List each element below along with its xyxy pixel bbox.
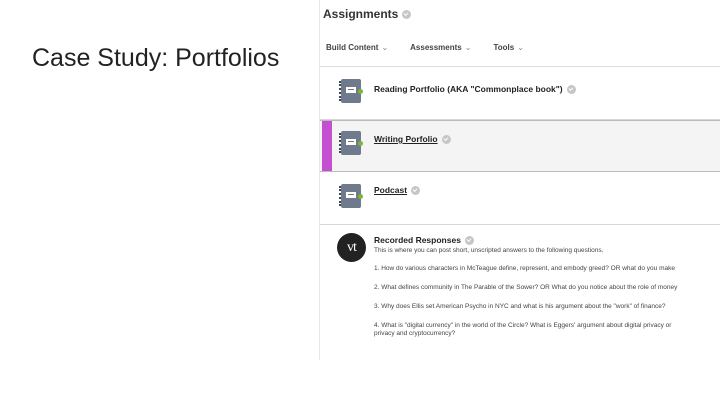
notebook-icon: [339, 131, 363, 155]
chevron-down-icon: ⌄: [381, 42, 389, 52]
question-3: 3. Why does Ellis set American Psycho in…: [374, 303, 666, 310]
tools-menu[interactable]: Tools ⌄: [493, 43, 523, 52]
page-header: Assignments: [320, 0, 720, 28]
question-4-continued: privacy and cryptocurrency?: [374, 330, 456, 337]
check-circle-icon[interactable]: [411, 186, 421, 196]
selection-indicator: [322, 121, 332, 171]
check-circle-icon[interactable]: [441, 135, 451, 145]
content-item-recorded-responses[interactable]: vt Recorded Responses This is where you …: [320, 225, 720, 360]
content-item-reading-portfolio[interactable]: Reading Portfolio (AKA "Commonplace book…: [320, 67, 720, 120]
chevron-down-icon: ⌄: [517, 42, 524, 52]
content-item-writing-portfolio[interactable]: Writing Porfolio: [320, 120, 720, 172]
slide-title: Case Study: Portfolios: [32, 44, 280, 72]
page-title: Assignments: [323, 7, 399, 21]
item-title-link[interactable]: Writing Porfolio: [374, 134, 451, 145]
action-bar: Build Content ⌄ Assessments ⌄ Tools ⌄: [320, 28, 720, 67]
question-2: 2. What defines community in The Parable…: [374, 284, 678, 291]
notebook-icon: [339, 184, 363, 208]
notebook-icon: [339, 79, 363, 103]
content-item-podcast[interactable]: Podcast: [320, 172, 720, 225]
item-title[interactable]: Recorded Responses: [374, 235, 474, 246]
voicethread-logo: vt: [337, 233, 366, 262]
item-title[interactable]: Reading Portfolio (AKA "Commonplace book…: [374, 84, 576, 95]
assessments-menu[interactable]: Assessments ⌄: [410, 43, 471, 52]
menu-label: Assessments: [410, 42, 462, 52]
build-content-menu[interactable]: Build Content ⌄: [326, 43, 388, 52]
check-circle-icon[interactable]: [402, 9, 412, 19]
chevron-down-icon: ⌄: [464, 42, 472, 52]
check-circle-icon[interactable]: [464, 236, 474, 246]
question-1: 1. How do various characters in McTeague…: [374, 265, 675, 272]
item-description: This is where you can post short, unscri…: [374, 247, 604, 254]
menu-label: Build Content: [326, 42, 379, 52]
item-title-link[interactable]: Podcast: [374, 185, 421, 196]
menu-label: Tools: [493, 42, 515, 52]
check-circle-icon[interactable]: [566, 85, 576, 95]
blackboard-screenshot: Assignments Build Content ⌄ Assessments ⌄ …: [319, 0, 720, 360]
